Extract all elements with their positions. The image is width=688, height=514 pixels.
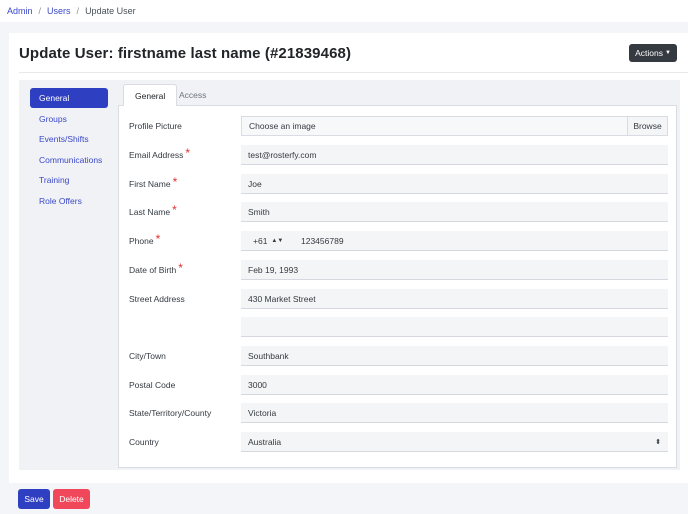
postcode-label: Postal Code <box>129 380 176 390</box>
main-card: Update User: firstname last name (#21839… <box>9 33 688 483</box>
city-label: City/Town <box>129 351 166 361</box>
title-divider <box>19 72 688 73</box>
country-select[interactable]: Australia ⬍ <box>241 432 668 452</box>
profile-picture-row: Profile Picture Choose an image Browse <box>119 116 678 136</box>
sidebar-item-general[interactable]: General <box>30 88 108 108</box>
updown-arrows-icon: ⬍ <box>655 438 661 446</box>
state-label: State/Territory/County <box>129 408 212 418</box>
sidebar-item-role-offers[interactable]: Role Offers <box>30 191 108 211</box>
actions-button[interactable]: Actions ▼ <box>629 44 677 62</box>
phone-row: Phone * +61 ▲▼ 123456789 <box>119 231 678 251</box>
first-name-field[interactable]: Joe <box>241 174 668 194</box>
tab-bar: General Access <box>118 80 677 107</box>
last-name-field[interactable]: Smith <box>241 202 668 222</box>
city-row: City/Town Southbank <box>119 346 678 366</box>
sidebar-item-communications[interactable]: Communications <box>30 150 108 170</box>
street-line2-row <box>119 317 678 337</box>
tab-access[interactable]: Access <box>168 84 217 106</box>
phone-number-value: 123456789 <box>301 235 344 246</box>
delete-button[interactable]: Delete <box>53 489 90 509</box>
country-code-value: +61 <box>253 235 268 246</box>
country-row: Country Australia ⬍ <box>119 432 678 452</box>
content-area: General Groups Events/Shifts Communicati… <box>19 80 680 470</box>
postcode-row: Postal Code 3000 <box>119 375 678 395</box>
sidebar-item-events-shifts[interactable]: Events/Shifts <box>30 129 108 149</box>
dob-label: Date of Birth * <box>129 261 183 275</box>
street-line2-field[interactable] <box>241 317 668 337</box>
street-line1-field[interactable]: 430 Market Street <box>241 289 668 309</box>
sidebar-item-groups[interactable]: Groups <box>30 109 108 129</box>
email-field[interactable]: test@rosterfy.com <box>241 145 668 165</box>
profile-picture-label: Profile Picture <box>129 121 182 131</box>
form-footer <box>0 483 688 514</box>
breadcrumb: Admin / Users / Update User <box>0 0 688 22</box>
sidebar: General Groups Events/Shifts Communicati… <box>30 88 108 211</box>
browse-button[interactable]: Browse <box>627 117 667 135</box>
breadcrumb-current: Update User <box>85 6 136 16</box>
sidebar-item-training[interactable]: Training <box>30 170 108 190</box>
file-placeholder: Choose an image <box>249 121 316 131</box>
state-row: State/Territory/County Victoria <box>119 403 678 423</box>
actions-label: Actions <box>635 48 663 58</box>
state-field[interactable]: Victoria <box>241 403 668 423</box>
user-form: Profile Picture Choose an image Browse E… <box>118 106 677 468</box>
form-panel: General Access Profile Picture Choose an… <box>118 80 677 468</box>
required-marker: * <box>185 146 191 160</box>
postcode-field[interactable]: 3000 <box>241 375 668 395</box>
breadcrumb-separator: / <box>76 6 80 16</box>
phone-field[interactable]: +61 ▲▼ 123456789 <box>241 231 668 251</box>
last-name-row: Last Name * Smith <box>119 202 678 222</box>
phone-label: Phone * <box>129 232 161 246</box>
page-title: Update User: firstname last name (#21839… <box>19 45 352 62</box>
save-button[interactable]: Save <box>18 489 50 509</box>
last-name-label: Last Name * <box>129 203 177 217</box>
country-code-select[interactable]: +61 ▲▼ <box>253 236 301 246</box>
required-marker: * <box>155 232 161 246</box>
caret-down-icon: ▼ <box>664 50 671 56</box>
required-marker: * <box>172 175 178 189</box>
breadcrumb-separator: / <box>38 6 42 16</box>
first-name-label: First Name * <box>129 175 178 189</box>
street-row: Street Address 430 Market Street <box>119 289 678 309</box>
country-label: Country <box>129 437 159 447</box>
dob-field[interactable]: Feb 19, 1993 <box>241 260 668 280</box>
city-field[interactable]: Southbank <box>241 346 668 366</box>
required-marker: * <box>178 261 183 275</box>
required-marker: * <box>172 203 177 217</box>
email-row: Email Address * test@rosterfy.com <box>119 145 678 165</box>
country-value: Australia <box>248 436 282 447</box>
dob-row: Date of Birth * Feb 19, 1993 <box>119 260 678 280</box>
email-label: Email Address * <box>129 146 191 160</box>
first-name-row: First Name * Joe <box>119 174 678 194</box>
profile-picture-input[interactable]: Choose an image Browse <box>241 116 668 136</box>
breadcrumb-users-link[interactable]: Users <box>47 6 71 16</box>
updown-arrows-icon: ▲▼ <box>271 237 284 244</box>
street-label: Street Address <box>129 294 185 304</box>
breadcrumb-admin-link[interactable]: Admin <box>7 6 33 16</box>
